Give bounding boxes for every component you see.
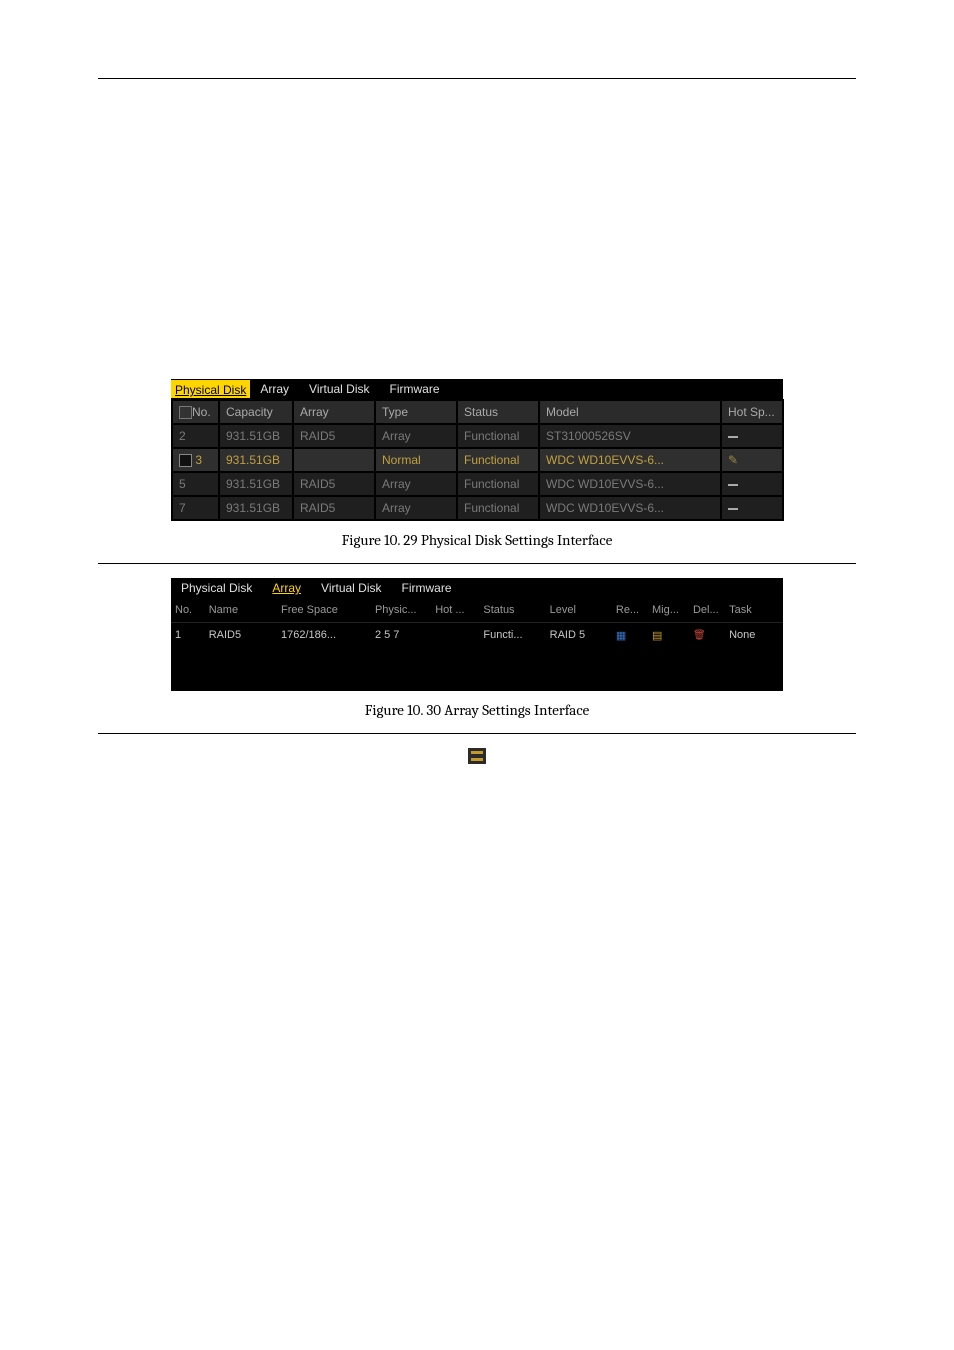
tab-array[interactable]: Array <box>250 379 299 399</box>
table-row[interactable]: 7 931.51GB RAID5 Array Functional WDC WD… <box>173 497 782 519</box>
tab-virtual-disk[interactable]: Virtual Disk <box>299 379 379 399</box>
ar-h-task: Task <box>725 598 783 623</box>
section-divider <box>98 733 856 734</box>
table-row[interactable]: 5 931.51GB RAID5 Array Functional WDC WD… <box>173 473 782 495</box>
header-divider <box>98 78 856 79</box>
figure-caption-1: Figure 10. 29 Physical Disk Settings Int… <box>98 531 856 549</box>
header-checkbox[interactable] <box>179 406 192 419</box>
ar-h-del: Del... <box>689 598 725 623</box>
tab-firmware[interactable]: Firmware <box>380 379 450 399</box>
array-panel: Physical Disk Array Virtual Disk Firmwar… <box>171 578 783 691</box>
table-row[interactable]: 3 931.51GB Normal Functional WDC WD10EVV… <box>173 449 782 471</box>
table-row[interactable]: 2 931.51GB RAID5 Array Functional ST3100… <box>173 425 782 447</box>
table-row[interactable]: 1 RAID5 1762/186... 2 5 7 Functi... RAID… <box>171 623 783 648</box>
physical-disk-panel: Physical Disk Array Virtual Disk Firmwar… <box>171 379 783 521</box>
ar-tabs: Physical Disk Array Virtual Disk Firmwar… <box>171 578 783 598</box>
ar-h-physic: Physic... <box>371 598 431 623</box>
ar-h-freespace: Free Space <box>277 598 371 623</box>
pd-h-hotsp: Hot Sp... <box>722 401 782 423</box>
tab-physical-disk[interactable]: Physical Disk <box>171 380 250 398</box>
ar-h-hot: Hot ... <box>431 598 479 623</box>
minus-icon <box>728 484 738 486</box>
footer-icon-row <box>98 748 856 768</box>
ar-h-level: Level <box>546 598 612 623</box>
section-divider <box>98 563 856 564</box>
ar-h-re: Re... <box>612 598 648 623</box>
migrate-icon[interactable] <box>468 748 486 764</box>
ar-h-name: Name <box>205 598 277 623</box>
minus-icon <box>728 508 738 510</box>
figure-caption-2: Figure 10. 30 Array Settings Interface <box>98 701 856 719</box>
pd-h-capacity: Capacity <box>220 401 292 423</box>
edit-icon[interactable]: ✎ <box>728 453 738 467</box>
pd-h-model: Model <box>540 401 720 423</box>
tab-array[interactable]: Array <box>262 578 311 598</box>
pd-h-no: No. <box>173 401 218 423</box>
minus-icon <box>728 436 738 438</box>
tab-firmware[interactable]: Firmware <box>392 578 462 598</box>
array-table: No. Name Free Space Physic... Hot ... St… <box>171 598 783 691</box>
ar-h-no: No. <box>171 598 205 623</box>
migrate-icon[interactable]: ▤ <box>652 630 662 642</box>
tab-virtual-disk[interactable]: Virtual Disk <box>311 578 391 598</box>
ar-h-status: Status <box>479 598 545 623</box>
row-checkbox[interactable] <box>179 454 192 467</box>
physical-disk-table: No. Capacity Array Type Status Model Hot… <box>171 399 784 521</box>
ar-h-mig: Mig... <box>648 598 689 623</box>
pd-h-status: Status <box>458 401 538 423</box>
pd-h-array: Array <box>294 401 374 423</box>
tab-physical-disk[interactable]: Physical Disk <box>171 578 262 598</box>
rebuild-icon[interactable]: ▦ <box>616 630 626 642</box>
pd-h-type: Type <box>376 401 456 423</box>
pd-tabs: Physical Disk Array Virtual Disk Firmwar… <box>171 379 783 399</box>
delete-icon[interactable]: 🗑 <box>693 630 706 641</box>
